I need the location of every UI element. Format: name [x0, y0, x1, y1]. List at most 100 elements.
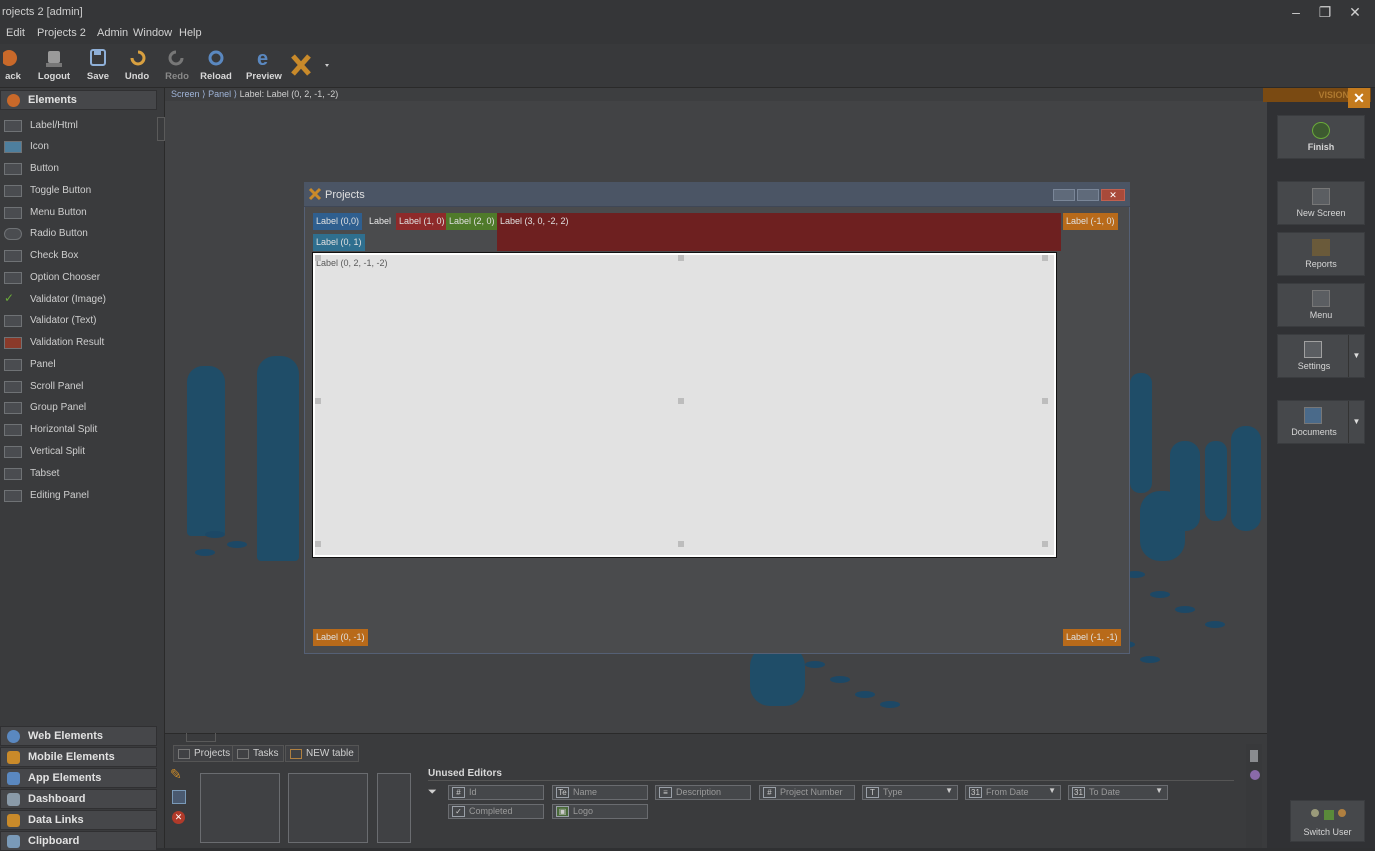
editor-type[interactable]: T Type ▼: [862, 785, 958, 800]
table-template-thumbnail[interactable]: [200, 773, 280, 843]
new-screen-button[interactable]: New Screen: [1277, 181, 1365, 225]
element-horizontal-split[interactable]: Horizontal Split: [0, 420, 157, 440]
category-mobile-elements[interactable]: Mobile Elements: [0, 747, 157, 767]
resize-handle[interactable]: [678, 541, 684, 547]
element-check-box[interactable]: Check Box: [0, 246, 157, 266]
close-button[interactable]: ✕: [1343, 4, 1367, 22]
editor-project-number[interactable]: # Project Number: [759, 785, 855, 800]
resize-handle[interactable]: [1042, 255, 1048, 261]
finish-button[interactable]: Finish: [1277, 115, 1365, 159]
tab-tasks[interactable]: Tasks: [232, 745, 284, 762]
minimize-button[interactable]: –: [1284, 4, 1308, 22]
menu-help[interactable]: Help: [179, 27, 202, 39]
delete-icon[interactable]: ✕: [172, 811, 185, 824]
element-scroll-panel[interactable]: Scroll Panel: [0, 377, 157, 397]
settings-dropdown-icon[interactable]: ▼: [1348, 335, 1364, 377]
element-option-chooser[interactable]: Option Chooser: [0, 268, 157, 288]
label-minus1-minus1[interactable]: Label (-1, -1): [1063, 629, 1121, 646]
preview-button[interactable]: e Preview: [244, 48, 284, 86]
element-validation-result[interactable]: Validation Result: [0, 333, 157, 353]
element-validator-image[interactable]: ✓ Validator (Image): [0, 290, 157, 310]
tools-dropdown-button[interactable]: [289, 52, 333, 80]
menu-admin[interactable]: Admin: [97, 27, 128, 39]
resize-handle[interactable]: [678, 255, 684, 261]
switch-user-button[interactable]: Switch User: [1290, 800, 1365, 842]
element-vertical-split[interactable]: Vertical Split: [0, 442, 157, 462]
element-group-panel[interactable]: Group Panel: [0, 398, 157, 418]
element-tabset[interactable]: Tabset: [0, 464, 157, 484]
undo-button[interactable]: Undo: [122, 48, 152, 86]
label-0-minus1[interactable]: Label (0, -1): [313, 629, 368, 646]
menu-edit[interactable]: Edit: [6, 27, 25, 39]
element-toggle-button[interactable]: Toggle Button: [0, 181, 157, 201]
editor-name[interactable]: Te Name: [552, 785, 648, 800]
label-0-1[interactable]: Label (0, 1): [313, 234, 365, 251]
editor-id[interactable]: # Id: [448, 785, 544, 800]
reload-button[interactable]: Reload: [198, 48, 234, 86]
sidebar-collapse-handle[interactable]: [157, 117, 165, 141]
editor-logo[interactable]: ▣ Logo: [552, 804, 648, 819]
editor-completed[interactable]: ✓ Completed: [448, 804, 544, 819]
label-0-0[interactable]: Label (0,0): [313, 213, 363, 230]
element-radio-button[interactable]: Radio Button: [0, 224, 157, 244]
editor-description[interactable]: ≡ Description: [655, 785, 751, 800]
reports-button[interactable]: Reports: [1277, 232, 1365, 276]
breadcrumb-screen[interactable]: Screen: [171, 89, 200, 99]
designer-close-button[interactable]: ✕: [1101, 189, 1125, 201]
resize-handle[interactable]: [1042, 398, 1048, 404]
back-button[interactable]: ack: [0, 48, 26, 86]
resize-handle[interactable]: [315, 541, 321, 547]
tab-projects[interactable]: Projects: [173, 745, 236, 762]
form-icon[interactable]: [172, 790, 186, 804]
form-template-thumbnail[interactable]: [288, 773, 368, 843]
resize-handle[interactable]: [678, 398, 684, 404]
category-app-elements[interactable]: App Elements: [0, 768, 157, 788]
resize-handle[interactable]: [315, 255, 321, 261]
category-dashboard[interactable]: Dashboard: [0, 789, 157, 809]
save-button[interactable]: Save: [84, 48, 112, 86]
reports-icon: [1312, 239, 1330, 256]
logout-button[interactable]: Logout: [34, 48, 74, 86]
tab-new-table[interactable]: NEW table: [285, 745, 359, 762]
resize-handle[interactable]: [315, 398, 321, 404]
designer-minimize-button[interactable]: [1053, 189, 1075, 201]
element-panel[interactable]: Panel: [0, 355, 157, 375]
designer-maximize-button[interactable]: [1077, 189, 1099, 201]
bottom-panel-handle[interactable]: [186, 733, 216, 742]
documents-dropdown-icon[interactable]: ▼: [1348, 401, 1364, 443]
palette-icon[interactable]: [1250, 770, 1260, 780]
settings-button[interactable]: Settings ▼: [1277, 334, 1365, 378]
label-3-0-span[interactable]: Label (3, 0, -2, 2): [497, 213, 1061, 251]
restore-button[interactable]: ❐: [1313, 4, 1337, 22]
label-minus1-0[interactable]: Label (-1, 0): [1063, 213, 1118, 230]
element-editing-panel[interactable]: Editing Panel: [0, 486, 157, 506]
menu-projects[interactable]: Projects 2: [37, 27, 86, 39]
menu-window[interactable]: Window: [133, 27, 172, 39]
breadcrumb-panel[interactable]: Panel: [208, 89, 231, 99]
designer-window-titlebar[interactable]: [304, 182, 1130, 207]
menu-button[interactable]: Menu: [1277, 283, 1365, 327]
element-menu-button[interactable]: Menu Button: [0, 203, 157, 223]
category-clipboard[interactable]: Clipboard: [0, 831, 157, 851]
filter-icon[interactable]: ⏷: [428, 786, 437, 799]
editor-to-date[interactable]: 31 To Date ▼: [1068, 785, 1168, 800]
redo-button[interactable]: Redo: [162, 48, 192, 86]
label-plain[interactable]: Label: [366, 213, 394, 230]
documents-button[interactable]: Documents ▼: [1277, 400, 1365, 444]
resize-handle[interactable]: [1042, 541, 1048, 547]
element-label-html[interactable]: Label/Html: [0, 116, 157, 136]
category-web-elements[interactable]: Web Elements: [0, 726, 157, 746]
search-template-thumbnail[interactable]: [377, 773, 411, 843]
selected-content-label[interactable]: [313, 253, 1056, 557]
category-data-links[interactable]: Data Links: [0, 810, 157, 830]
label-1-0[interactable]: Label (1, 0): [396, 213, 448, 230]
trash-icon[interactable]: [1250, 750, 1258, 762]
element-button[interactable]: Button: [0, 159, 157, 179]
element-icon[interactable]: Icon: [0, 137, 157, 157]
edit-pencil-icon[interactable]: ✎: [170, 766, 188, 784]
vision-close-icon[interactable]: ✕: [1348, 88, 1370, 108]
label-2-0[interactable]: Label (2, 0): [446, 213, 498, 230]
elements-header[interactable]: Elements: [0, 90, 157, 110]
element-validator-text[interactable]: Validator (Text): [0, 311, 157, 331]
editor-from-date[interactable]: 31 From Date ▼: [965, 785, 1061, 800]
